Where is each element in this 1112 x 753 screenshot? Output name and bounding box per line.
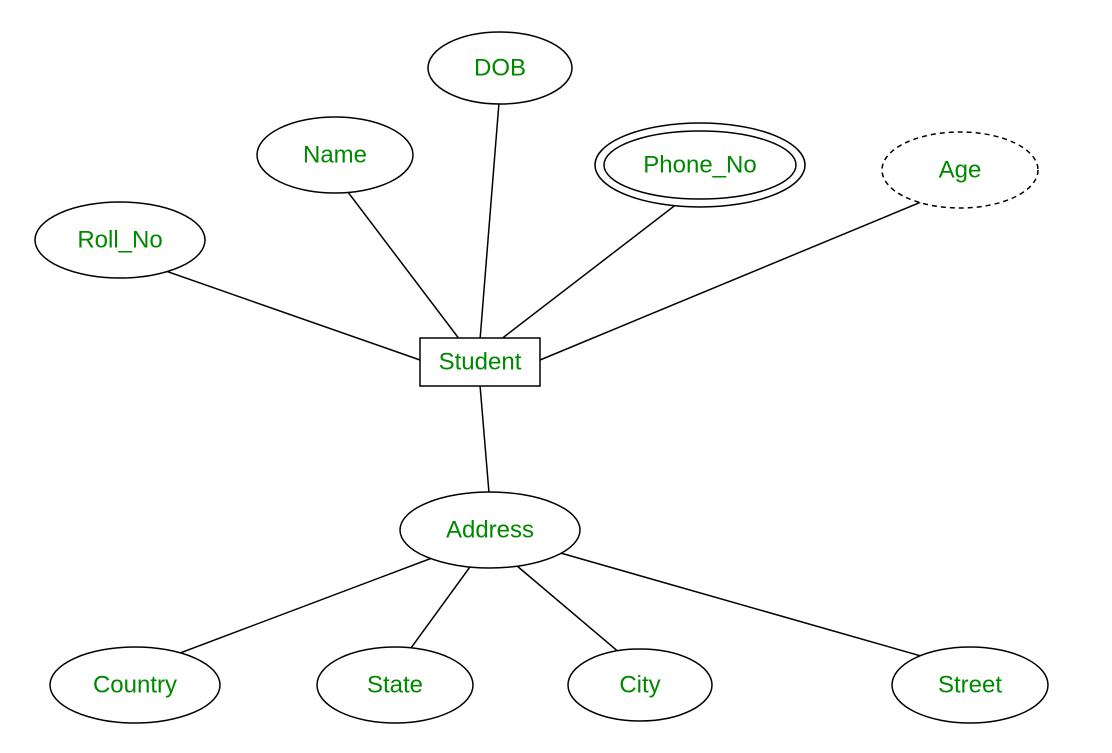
entity-student: Student bbox=[420, 338, 540, 386]
entity-student-label: Student bbox=[439, 348, 522, 375]
attr-rollno-label: Roll_No bbox=[77, 226, 162, 253]
attr-phone-no: Phone_No bbox=[595, 123, 805, 207]
edge-student-name bbox=[335, 175, 460, 340]
attr-state-label: State bbox=[367, 671, 423, 698]
attr-city-label: City bbox=[619, 671, 660, 698]
attr-age: Age bbox=[882, 132, 1038, 208]
er-diagram: Student Roll_No Name DOB Phone_No Age Ad… bbox=[0, 0, 1112, 753]
attr-address-label: Address bbox=[446, 516, 534, 543]
attr-dob-label: DOB bbox=[474, 54, 526, 81]
attr-street-label: Street bbox=[938, 671, 1002, 698]
edge-student-age bbox=[540, 190, 950, 360]
edge-student-phone bbox=[500, 190, 695, 340]
edge-student-dob bbox=[480, 90, 500, 340]
attr-name-label: Name bbox=[303, 141, 367, 168]
attr-address: Address bbox=[400, 492, 580, 568]
attr-rollno: Roll_No bbox=[35, 202, 205, 278]
attr-street: Street bbox=[892, 647, 1048, 723]
attr-state: State bbox=[317, 647, 473, 723]
attr-name: Name bbox=[257, 117, 413, 193]
attr-age-label: Age bbox=[939, 156, 982, 183]
attr-city: City bbox=[568, 649, 712, 721]
attr-phone-no-label: Phone_No bbox=[643, 151, 756, 178]
attr-dob: DOB bbox=[428, 32, 572, 104]
attr-country: Country bbox=[50, 647, 220, 723]
attr-country-label: Country bbox=[93, 671, 177, 698]
edge-student-address bbox=[480, 385, 490, 505]
